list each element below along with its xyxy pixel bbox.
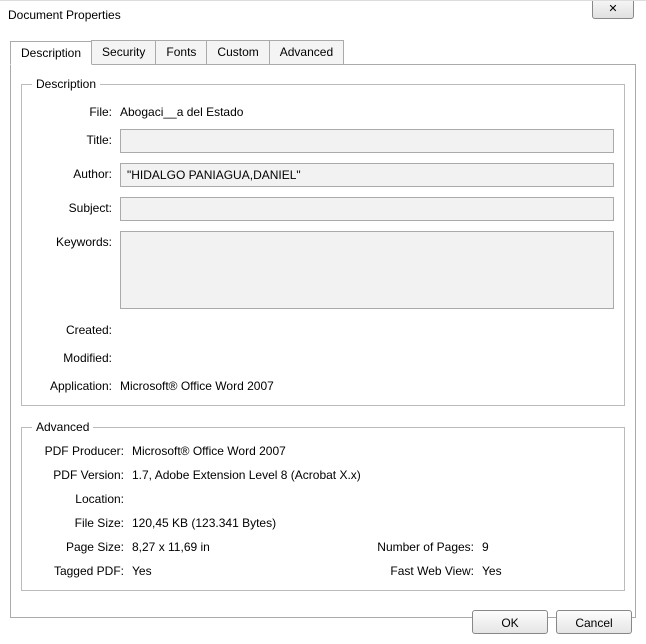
file-value: Abogaci__a del Estado: [120, 101, 614, 119]
cancel-button[interactable]: Cancel: [556, 610, 632, 634]
producer-value: Microsoft® Office Word 2007: [132, 444, 614, 458]
ok-button[interactable]: OK: [472, 610, 548, 634]
keywords-field[interactable]: [120, 231, 614, 309]
advanced-legend: Advanced: [32, 420, 93, 434]
filesize-value: 120,45 KB (123.341 Bytes): [132, 516, 614, 530]
location-label: Location:: [32, 492, 132, 506]
file-label: File:: [32, 101, 120, 119]
producer-label: PDF Producer:: [32, 444, 132, 458]
close-button[interactable]: ✕: [592, 1, 634, 19]
filesize-label: File Size:: [32, 516, 132, 530]
numpages-label: Number of Pages:: [332, 540, 482, 554]
version-value: 1.7, Adobe Extension Level 8 (Acrobat X.…: [132, 468, 614, 482]
pagesize-value: 8,27 x 11,69 in: [132, 540, 210, 554]
fastweb-value: Yes: [482, 564, 502, 578]
version-label: PDF Version:: [32, 468, 132, 482]
fastweb-label: Fast Web View:: [332, 564, 482, 578]
window-title: Document Properties: [8, 8, 121, 22]
pagesize-label: Page Size:: [32, 540, 132, 554]
created-label: Created:: [32, 319, 120, 337]
modified-label: Modified:: [32, 347, 120, 365]
subject-field[interactable]: [120, 197, 614, 221]
advanced-group: Advanced PDF Producer: Microsoft® Office…: [21, 420, 625, 591]
modified-value: [120, 347, 614, 351]
tab-description[interactable]: Description: [10, 41, 92, 65]
description-legend: Description: [32, 77, 100, 91]
created-value: [120, 319, 614, 323]
dialog-footer: OK Cancel: [472, 610, 632, 634]
tab-fonts[interactable]: Fonts: [155, 40, 207, 64]
tagged-value: Yes: [132, 564, 152, 578]
tab-bar: Description Security Fonts Custom Advanc…: [10, 40, 636, 65]
application-label: Application:: [32, 375, 120, 393]
author-field[interactable]: [120, 163, 614, 187]
tab-security[interactable]: Security: [91, 40, 156, 64]
numpages-value: 9: [482, 540, 489, 554]
keywords-label: Keywords:: [32, 231, 120, 249]
tab-custom[interactable]: Custom: [206, 40, 269, 64]
description-group: Description File: Abogaci__a del Estado …: [21, 77, 625, 406]
application-value: Microsoft® Office Word 2007: [120, 375, 614, 393]
tab-advanced[interactable]: Advanced: [269, 40, 344, 64]
title-field[interactable]: [120, 129, 614, 153]
author-label: Author:: [32, 163, 120, 181]
tagged-label: Tagged PDF:: [32, 564, 132, 578]
tab-panel-description: Description File: Abogaci__a del Estado …: [10, 65, 636, 618]
location-value: [132, 492, 614, 506]
title-label: Title:: [32, 129, 120, 147]
subject-label: Subject:: [32, 197, 120, 215]
